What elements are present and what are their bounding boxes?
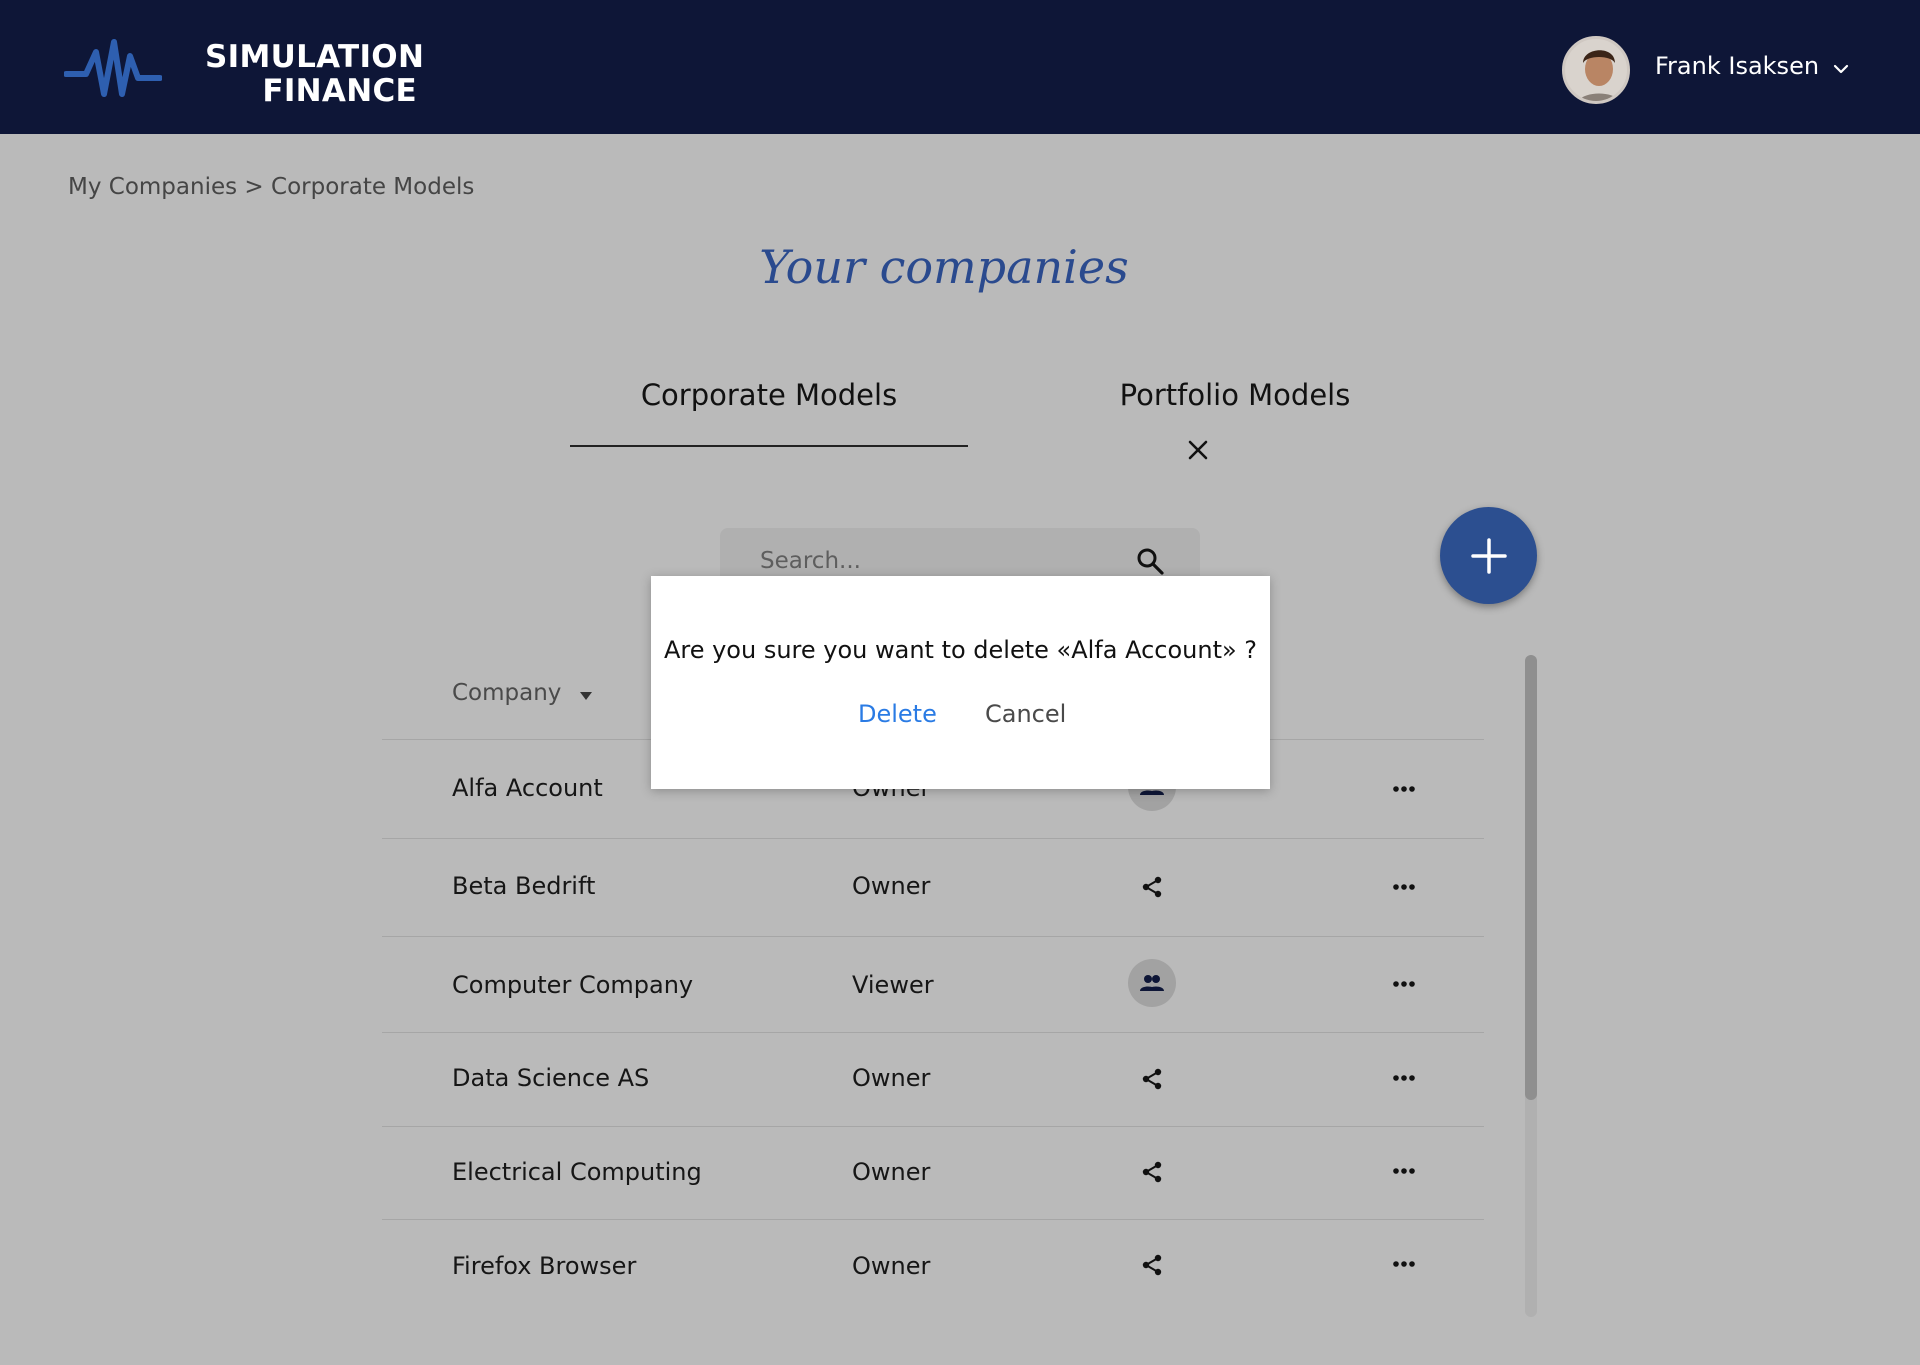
- share-icon[interactable]: [1128, 1055, 1176, 1103]
- tab-corporate-models[interactable]: Corporate Models: [570, 378, 968, 412]
- more-icon[interactable]: [1386, 1068, 1422, 1088]
- company-role: Owner: [852, 1158, 931, 1186]
- company-name: Computer Company: [452, 971, 694, 999]
- tab-portfolio-models[interactable]: Portfolio Models: [1040, 378, 1430, 412]
- logo-line2: FINANCE: [262, 73, 417, 109]
- chevron-down-icon[interactable]: [1830, 58, 1852, 80]
- active-tab-indicator: [570, 445, 968, 447]
- company-role: Viewer: [852, 971, 934, 999]
- table-row[interactable]: Firefox Browser Owner: [382, 1220, 1484, 1316]
- add-company-button[interactable]: [1440, 507, 1537, 604]
- app-header: SIMULATION FINANCE Frank Isaksen: [0, 0, 1920, 134]
- company-role: Owner: [852, 872, 931, 900]
- company-name: Firefox Browser: [452, 1252, 637, 1280]
- company-name: Data Science AS: [452, 1064, 650, 1092]
- close-icon[interactable]: [1186, 438, 1210, 462]
- sort-down-icon[interactable]: [578, 690, 594, 702]
- company-name: Beta Bedrift: [452, 872, 596, 900]
- user-name[interactable]: Frank Isaksen: [1655, 52, 1819, 80]
- company-role: Owner: [852, 1064, 931, 1092]
- wave-logo-icon: [64, 39, 162, 97]
- more-icon[interactable]: [1386, 1254, 1422, 1274]
- share-icon[interactable]: [1128, 1148, 1176, 1196]
- more-icon[interactable]: [1386, 1161, 1422, 1181]
- table-row[interactable]: Beta Bedrift Owner: [382, 839, 1484, 935]
- group-icon[interactable]: [1128, 959, 1176, 1007]
- breadcrumb-separator: >: [237, 174, 272, 200]
- more-icon[interactable]: [1386, 974, 1422, 994]
- more-icon[interactable]: [1386, 877, 1422, 897]
- table-row[interactable]: Electrical Computing Owner: [382, 1127, 1484, 1223]
- table-row[interactable]: Data Science AS Owner: [382, 1033, 1484, 1129]
- app-logo[interactable]: SIMULATION FINANCE: [205, 39, 425, 109]
- more-icon[interactable]: [1386, 779, 1422, 799]
- page-title: Your companies: [759, 240, 1129, 294]
- company-name: Alfa Account: [452, 774, 603, 802]
- scrollbar-thumb[interactable]: [1525, 655, 1537, 1100]
- breadcrumb: My Companies > Corporate Models: [68, 174, 474, 200]
- avatar[interactable]: [1562, 36, 1630, 104]
- breadcrumb-my-companies[interactable]: My Companies: [68, 174, 237, 200]
- company-role: Owner: [852, 1252, 931, 1280]
- breadcrumb-corporate-models[interactable]: Corporate Models: [271, 174, 474, 200]
- logo-line1: SIMULATION: [205, 39, 425, 75]
- plus-icon: [1471, 538, 1507, 574]
- delete-button[interactable]: Delete: [858, 700, 937, 728]
- table-row[interactable]: Computer Company Viewer: [382, 937, 1484, 1033]
- cancel-button[interactable]: Cancel: [985, 700, 1066, 728]
- dialog-message: Are you sure you want to delete «Alfa Ac…: [663, 636, 1258, 664]
- share-icon[interactable]: [1128, 863, 1176, 911]
- delete-confirm-dialog: Are you sure you want to delete «Alfa Ac…: [651, 576, 1270, 789]
- company-name: Electrical Computing: [452, 1158, 702, 1186]
- search-icon[interactable]: [1135, 546, 1165, 576]
- share-icon[interactable]: [1128, 1241, 1176, 1289]
- column-header-company[interactable]: Company: [452, 680, 561, 706]
